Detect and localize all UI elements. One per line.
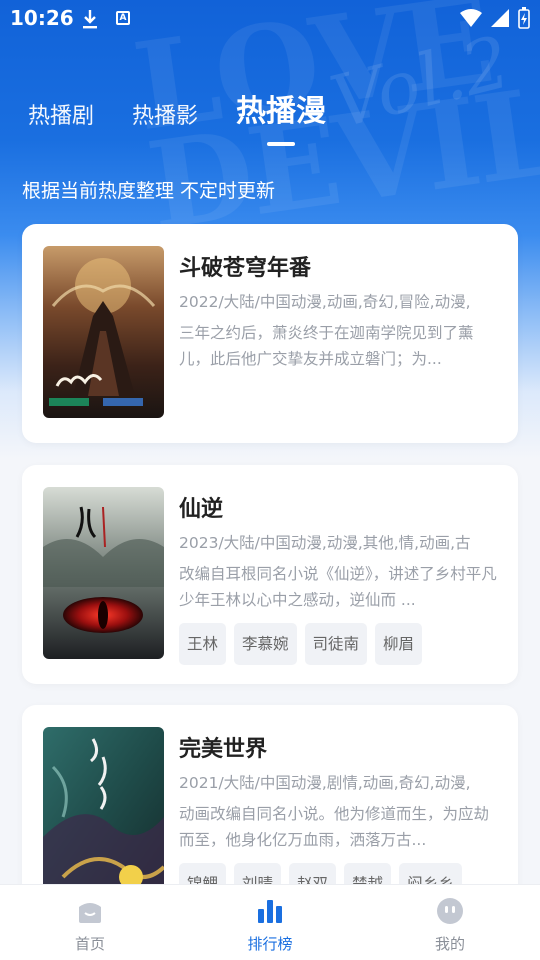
poster-image[interactable] bbox=[43, 487, 164, 659]
tab-hot-movie[interactable]: 热播影 bbox=[132, 98, 198, 130]
nav-item-ranking[interactable]: 排行榜 bbox=[210, 885, 330, 960]
item-title[interactable]: 斗破苍穹年番 bbox=[179, 250, 311, 282]
cast-tag[interactable]: 柳眉 bbox=[375, 623, 423, 665]
rank-chart-icon bbox=[258, 900, 282, 923]
list-item[interactable]: 仙逆 2023/大陆/中国动漫,动漫,其他,情,动画,古 改编自耳根同名小说《仙… bbox=[22, 465, 518, 684]
nav-label: 排行榜 bbox=[247, 935, 293, 953]
wifi-icon bbox=[460, 9, 482, 27]
status-time: 10:26 bbox=[10, 6, 74, 30]
profile-face-icon bbox=[437, 898, 463, 924]
item-description: 动画改编自同名小说。他为修道而生，为应劫而至，他身化亿万血雨，洒落万古... bbox=[179, 805, 490, 849]
cast-tag[interactable]: 王林 bbox=[179, 623, 227, 665]
nav-item-home[interactable]: 首页 bbox=[30, 885, 150, 960]
status-bar: 10:26 A bbox=[0, 0, 540, 38]
page-subtitle: 根据当前热度整理 不定时更新 bbox=[22, 180, 276, 202]
nav-label: 我的 bbox=[434, 935, 465, 953]
tab-hot-drama[interactable]: 热播剧 bbox=[28, 98, 94, 130]
item-title[interactable]: 完美世界 bbox=[179, 731, 267, 763]
item-description: 改编自耳根同名小说《仙逆》，讲述了乡村平凡少年王林以心中之感动，逆仙而 ... bbox=[179, 565, 497, 609]
item-meta: 2022/大陆/中国动漫,动画,奇幻,冒险,动漫, bbox=[179, 293, 471, 311]
bottom-navigation: 首页 排行榜 我的 bbox=[0, 884, 540, 960]
cast-tags: 王林 李慕婉 司徒南 柳眉 bbox=[179, 623, 423, 665]
a-badge-icon: A bbox=[116, 11, 130, 25]
battery-icon bbox=[518, 7, 530, 29]
cast-tag[interactable]: 李慕婉 bbox=[234, 623, 297, 665]
nav-item-profile[interactable]: 我的 bbox=[390, 885, 510, 960]
signal-icon bbox=[491, 9, 509, 27]
download-icon bbox=[83, 10, 97, 29]
home-icon bbox=[79, 903, 101, 923]
list-item[interactable]: 斗破苍穹年番 2022/大陆/中国动漫,动画,奇幻,冒险,动漫, 三年之约后，萧… bbox=[22, 224, 518, 443]
item-meta: 2023/大陆/中国动漫,动漫,其他,情,动画,古 bbox=[179, 534, 471, 552]
item-meta: 2021/大陆/中国动漫,剧情,动画,奇幻,动漫, bbox=[179, 774, 471, 792]
poster-image[interactable] bbox=[43, 246, 164, 418]
poster-image[interactable] bbox=[43, 727, 164, 899]
cast-tag[interactable]: 司徒南 bbox=[304, 623, 368, 665]
category-tabs: 热播剧 热播影 热播漫 bbox=[28, 90, 364, 146]
status-right-icons bbox=[460, 7, 530, 29]
nav-label: 首页 bbox=[74, 935, 105, 953]
tab-hot-anime[interactable]: 热播漫 bbox=[236, 86, 326, 146]
item-title[interactable]: 仙逆 bbox=[179, 491, 223, 523]
item-description: 三年之约后，萧炎终于在迦南学院见到了薰儿，此后他广交挚友并成立磐门；为... bbox=[179, 324, 474, 368]
